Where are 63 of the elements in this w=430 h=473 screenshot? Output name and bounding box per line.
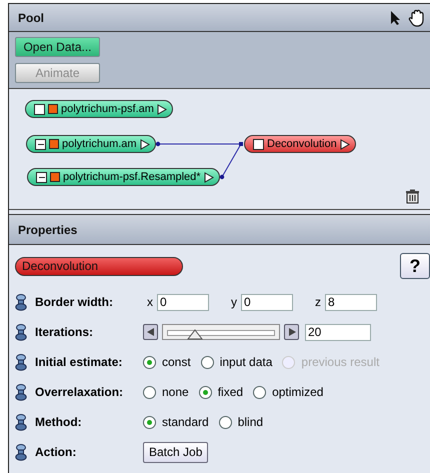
- pin-icon[interactable]: [15, 354, 27, 370]
- property-label: Border width:: [35, 295, 114, 309]
- number-field[interactable]: 0: [157, 294, 209, 310]
- play-icon[interactable]: [204, 172, 214, 182]
- play-icon[interactable]: [156, 104, 167, 114]
- property-label: Action:: [35, 445, 78, 459]
- decrement-button[interactable]: [143, 324, 158, 340]
- data-node[interactable]: polytrichum-psf.am: [25, 100, 173, 118]
- left-arrow-icon: [146, 327, 156, 337]
- pointer-icon[interactable]: [390, 10, 402, 26]
- radio-option[interactable]: optimized: [253, 385, 324, 399]
- pin-icon[interactable]: [15, 294, 27, 310]
- radio-option[interactable]: none: [143, 385, 189, 399]
- checkbox-icon[interactable]: [253, 138, 264, 150]
- color-swatch-icon: [50, 172, 60, 182]
- property-label: Initial estimate:: [35, 355, 124, 369]
- property-label: Overrelaxation:: [35, 385, 124, 399]
- radio-option[interactable]: input data: [200, 355, 272, 369]
- slider-thumb[interactable]: [186, 329, 203, 340]
- color-swatch-icon: [48, 104, 58, 114]
- collapse-icon[interactable]: [36, 172, 47, 182]
- module-node[interactable]: Deconvolution: [244, 135, 356, 153]
- number-field[interactable]: 20: [305, 324, 371, 340]
- play-icon[interactable]: [140, 138, 150, 150]
- radio-button[interactable]: [143, 386, 156, 398]
- pin-icon[interactable]: [15, 444, 27, 460]
- axis-label: z: [315, 295, 321, 309]
- panel-title: Properties: [18, 222, 78, 236]
- axis-label: y: [231, 295, 237, 309]
- hand-icon[interactable]: [408, 8, 426, 26]
- color-swatch-icon: [49, 139, 59, 149]
- property-label: Iterations:: [35, 325, 94, 339]
- collapse-icon[interactable]: [35, 138, 46, 150]
- increment-button[interactable]: [284, 324, 299, 340]
- play-icon[interactable]: [340, 138, 350, 150]
- slider-track[interactable]: [162, 324, 280, 340]
- radio-option[interactable]: blind: [218, 415, 264, 429]
- radio-option[interactable]: const: [143, 355, 191, 369]
- right-arrow-icon: [286, 327, 296, 337]
- open-data-button[interactable]: Open Data...: [15, 37, 100, 57]
- number-field[interactable]: 8: [325, 294, 377, 310]
- radio-option[interactable]: standard: [143, 415, 209, 429]
- radio-button[interactable]: [143, 356, 156, 368]
- panel-title: Pool: [18, 10, 44, 24]
- axis-label: x: [147, 295, 153, 309]
- number-field[interactable]: 0: [241, 294, 293, 310]
- pin-icon[interactable]: [15, 414, 27, 430]
- radio-button[interactable]: [218, 416, 232, 428]
- radio-button[interactable]: [200, 356, 214, 368]
- batch-job-button[interactable]: Batch Job: [143, 442, 208, 462]
- pin-icon[interactable]: [15, 384, 27, 400]
- radio-button[interactable]: [253, 386, 266, 398]
- data-node[interactable]: polytrichum-psf.Resampled*: [27, 168, 220, 186]
- trash-icon[interactable]: [405, 189, 420, 204]
- property-label: Method:: [35, 415, 83, 429]
- help-button[interactable]: ?: [400, 253, 430, 279]
- radio-option[interactable]: fixed: [198, 385, 244, 399]
- pin-icon[interactable]: [15, 324, 27, 340]
- module-name: Deconvolution: [15, 256, 183, 276]
- data-node[interactable]: polytrichum.am: [26, 135, 156, 153]
- radio-button[interactable]: [198, 386, 212, 398]
- radio-button[interactable]: [143, 416, 156, 428]
- checkbox-icon[interactable]: [34, 104, 45, 114]
